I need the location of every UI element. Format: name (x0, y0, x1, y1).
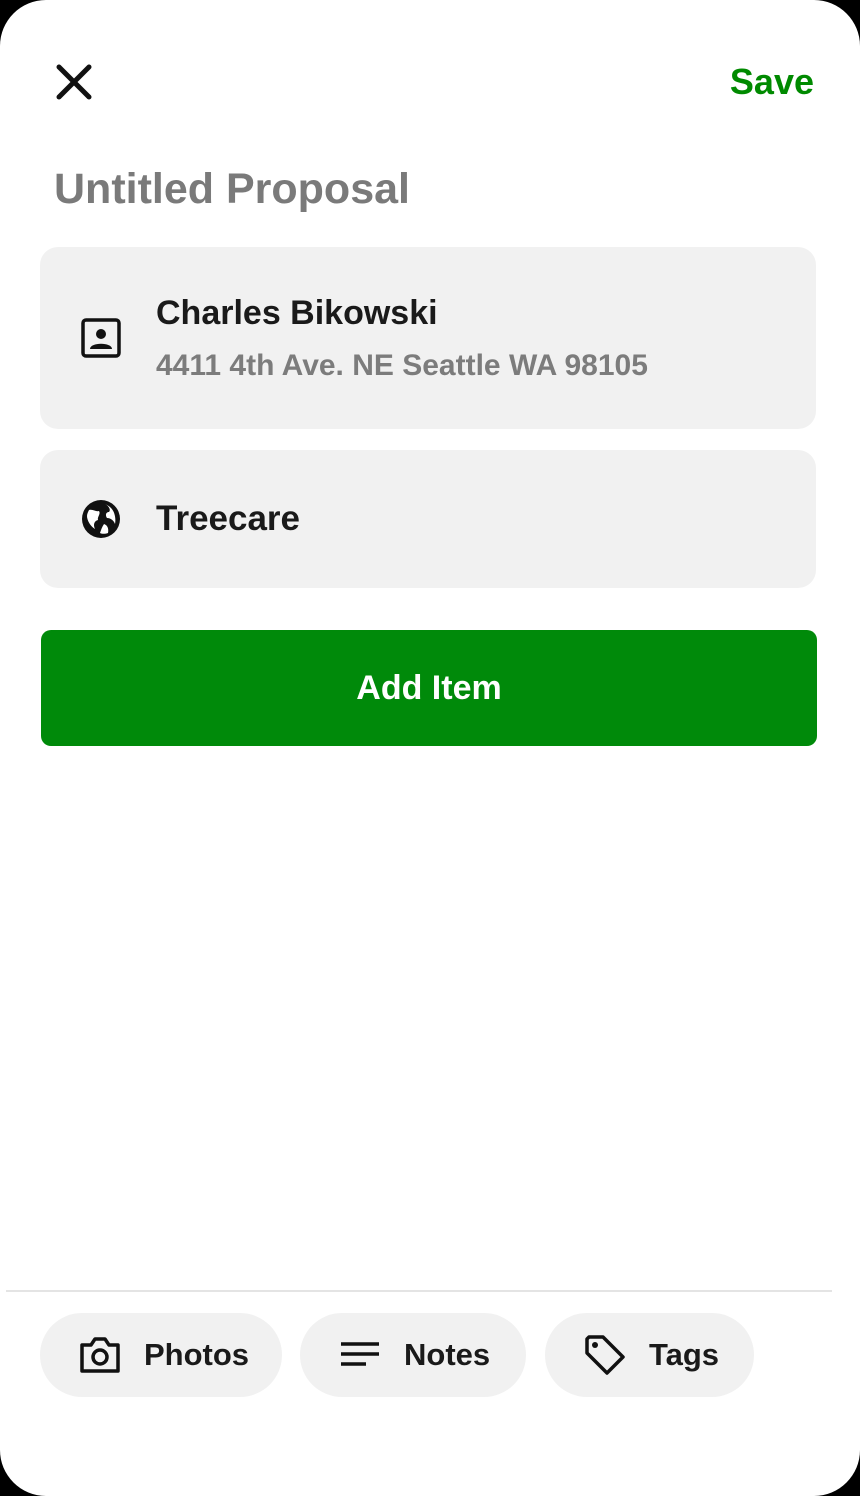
bottom-divider (6, 1290, 832, 1292)
globe-icon (82, 500, 120, 538)
client-name: Charles Bikowski (156, 294, 438, 332)
client-card[interactable]: Charles Bikowski 4411 4th Ave. NE Seattl… (40, 247, 816, 429)
tags-label: Tags (649, 1337, 720, 1372)
tags-button[interactable]: Tags (545, 1313, 754, 1397)
close-icon (56, 64, 92, 100)
photos-label: Photos (144, 1337, 250, 1372)
service-card[interactable]: Treecare (40, 450, 816, 588)
notes-label: Notes (404, 1337, 491, 1372)
client-address: 4411 4th Ave. NE Seattle WA 98105 (156, 349, 648, 382)
add-item-button[interactable]: Add Item (41, 630, 817, 746)
tag-icon (585, 1335, 625, 1375)
proposal-editor-screen: Save Untitled Proposal Charles Bikowski … (0, 0, 860, 1496)
service-name: Treecare (156, 499, 301, 538)
contact-card-icon (81, 318, 121, 358)
close-button[interactable] (48, 56, 100, 108)
photos-button[interactable]: Photos (40, 1313, 282, 1397)
camera-icon (80, 1337, 120, 1373)
notes-icon (341, 1342, 379, 1366)
save-button[interactable]: Save (730, 60, 814, 104)
notes-button[interactable]: Notes (300, 1313, 526, 1397)
proposal-title[interactable]: Untitled Proposal (54, 162, 410, 216)
